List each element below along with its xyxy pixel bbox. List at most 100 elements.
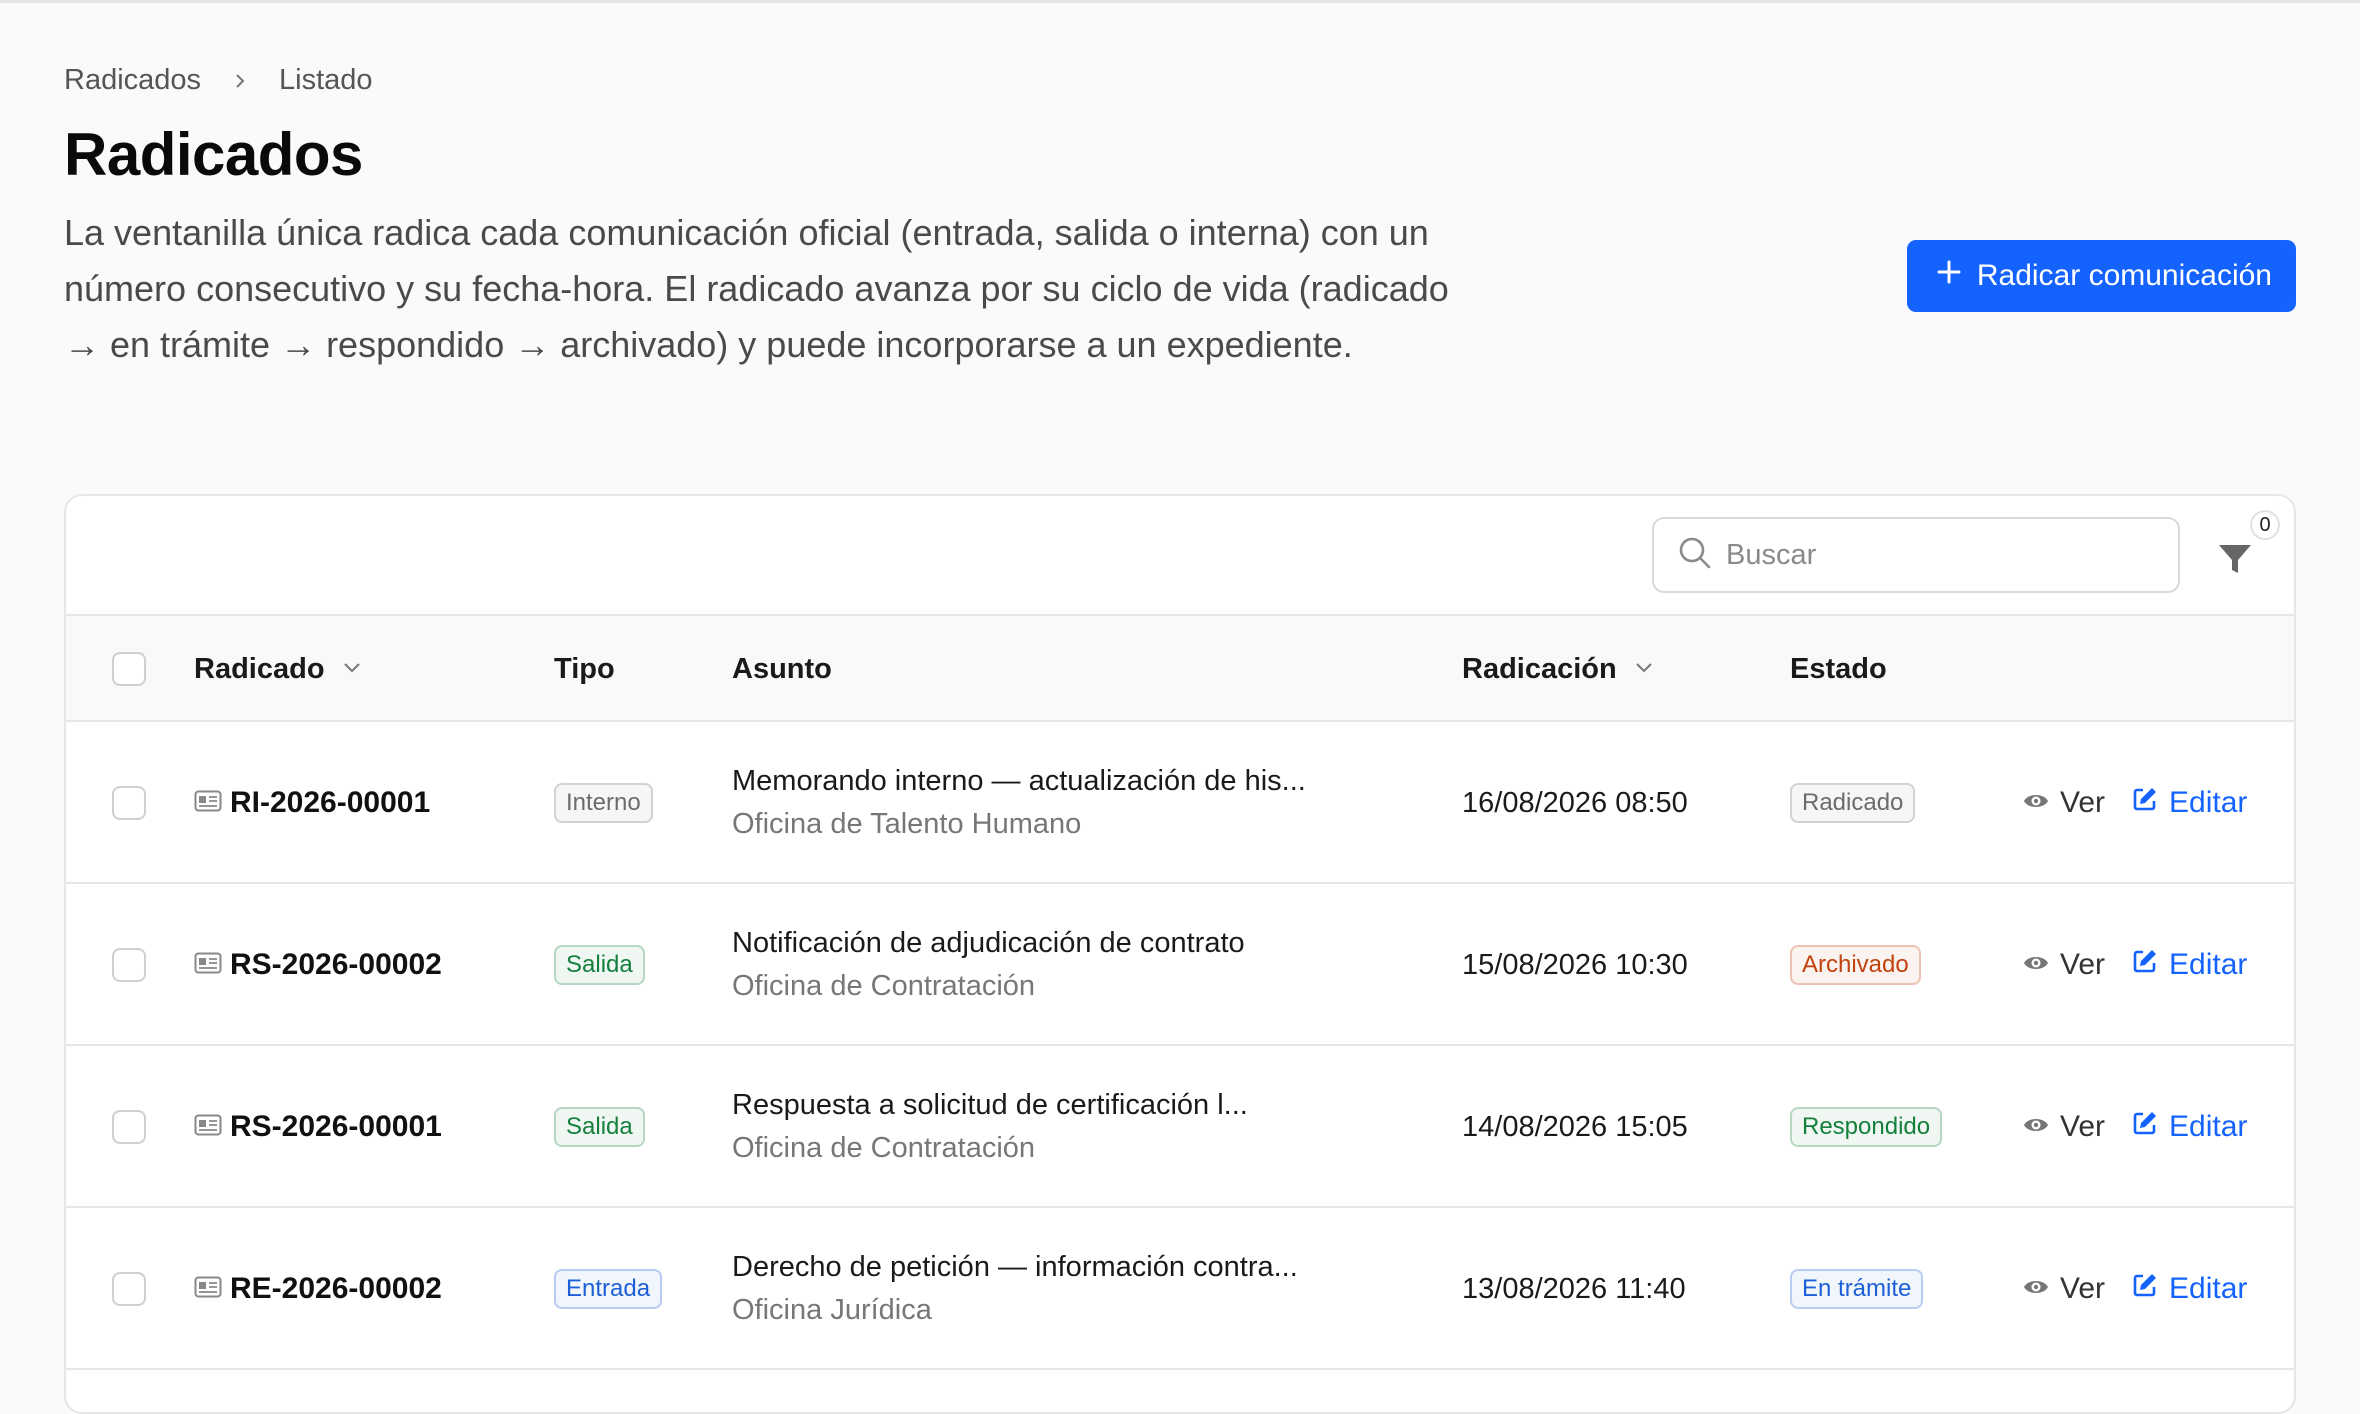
radicado-id-cell: RI-2026-00001	[194, 722, 430, 884]
tipo-cell: Interno	[554, 722, 653, 884]
oficina-text: Oficina de Talento Humano	[732, 808, 1082, 840]
table-body: RI-2026-00001 Interno Memorando interno …	[66, 722, 2294, 1370]
column-radicacion-sort[interactable]: Radicación	[1462, 616, 1655, 722]
create-radicado-button[interactable]: Radicar comunicación	[1906, 240, 2296, 312]
row-select-cell	[112, 722, 146, 884]
create-radicado-label: Radicar comunicación	[1976, 259, 2272, 292]
radicado-id[interactable]: RE-2026-00002	[230, 1272, 442, 1306]
chevron-down-icon	[341, 653, 363, 686]
table-row[interactable]: RS-2026-00001 Salida Respuesta a solicit…	[66, 1046, 2294, 1208]
view-button[interactable]: Ver	[2022, 1110, 2105, 1144]
id-card-icon	[194, 948, 222, 982]
page-description: La ventanilla única radica cada comunica…	[64, 212, 1449, 365]
row-actions: Ver Editar	[2022, 722, 2247, 884]
asunto-cell: Respuesta a solicitud de certificación l…	[732, 1046, 1248, 1208]
select-all-checkbox[interactable]	[112, 652, 146, 686]
column-asunto: Asunto	[732, 652, 832, 685]
row-select-cell	[112, 884, 146, 1046]
id-card-icon	[194, 1272, 222, 1306]
edit-button[interactable]: Editar	[2131, 1271, 2247, 1307]
breadcrumb-root[interactable]: Radicados	[64, 64, 201, 97]
select-all-cell	[112, 616, 146, 722]
edit-icon	[2131, 1271, 2159, 1307]
view-button[interactable]: Ver	[2022, 1272, 2105, 1306]
eye-icon	[2022, 948, 2050, 982]
edit-label: Editar	[2169, 948, 2248, 981]
tipo-cell: Entrada	[554, 1208, 663, 1370]
radicado-id[interactable]: RS-2026-00001	[230, 1110, 442, 1144]
tipo-badge: Salida	[554, 945, 645, 985]
radicado-id[interactable]: RS-2026-00002	[230, 948, 442, 982]
edit-button[interactable]: Editar	[2131, 785, 2247, 821]
tipo-badge: Entrada	[554, 1269, 663, 1309]
edit-button[interactable]: Editar	[2131, 1109, 2247, 1145]
radicacion-date: 15/08/2026 10:30	[1462, 948, 1688, 981]
table-header: Radicado Tipo Asunto Radicación Estado	[66, 616, 2294, 722]
breadcrumb: Radicados Listado	[64, 64, 373, 97]
radicado-id[interactable]: RI-2026-00001	[230, 786, 430, 820]
view-label: Ver	[2060, 1272, 2106, 1305]
search-input[interactable]	[1726, 538, 2166, 572]
page-title: Radicados	[64, 121, 363, 188]
table-toolbar: 0	[66, 496, 2294, 616]
oficina-text: Oficina Jurídica	[732, 1294, 932, 1326]
column-estado: Estado	[1790, 652, 1887, 685]
row-checkbox[interactable]	[112, 948, 146, 982]
view-label: Ver	[2060, 1110, 2106, 1143]
id-card-icon	[194, 1110, 222, 1144]
filter-count-badge: 0	[2250, 510, 2280, 540]
view-button[interactable]: Ver	[2022, 948, 2105, 982]
table-row[interactable]: RS-2026-00002 Salida Notificación de adj…	[66, 884, 2294, 1046]
radicacion-date: 13/08/2026 11:40	[1462, 1272, 1686, 1305]
breadcrumb-current: Listado	[279, 64, 373, 96]
status-badge: Archivado	[1790, 945, 1921, 985]
radicacion-date: 14/08/2026 15:05	[1462, 1110, 1688, 1143]
row-select-cell	[112, 1208, 146, 1370]
status-badge: Respondido	[1790, 1107, 1943, 1147]
oficina-text: Oficina de Contratación	[732, 1132, 1036, 1164]
chevron-right-icon	[231, 72, 249, 90]
table-row[interactable]: RE-2026-00002 Entrada Derecho de petició…	[66, 1208, 2294, 1370]
edit-label: Editar	[2169, 1272, 2248, 1305]
view-label: Ver	[2060, 786, 2106, 819]
row-checkbox[interactable]	[112, 786, 146, 820]
search-box	[1652, 517, 2180, 593]
eye-icon	[2022, 786, 2050, 820]
table-row[interactable]: RI-2026-00001 Interno Memorando interno …	[66, 722, 2294, 884]
estado-cell: Radicado	[1790, 722, 1916, 884]
radicado-id-cell: RS-2026-00002	[194, 884, 442, 1046]
radicacion-date: 16/08/2026 08:50	[1462, 786, 1688, 819]
column-radicado-sort[interactable]: Radicado	[194, 616, 363, 722]
asunto-cell: Derecho de petición — información contra…	[732, 1208, 1298, 1370]
asunto-text: Notificación de adjudicación de contrato	[732, 927, 1245, 959]
radicado-id-cell: RS-2026-00001	[194, 1046, 442, 1208]
view-button[interactable]: Ver	[2022, 786, 2105, 820]
edit-label: Editar	[2169, 786, 2248, 819]
column-tipo: Tipo	[554, 652, 615, 685]
tipo-badge: Salida	[554, 1107, 645, 1147]
search-icon	[1678, 536, 1712, 575]
radicado-id-cell: RE-2026-00002	[194, 1208, 442, 1370]
row-actions: Ver Editar	[2022, 1208, 2247, 1370]
row-actions: Ver Editar	[2022, 884, 2247, 1046]
eye-icon	[2022, 1272, 2050, 1306]
estado-cell: Respondido	[1790, 1046, 1943, 1208]
filter-button[interactable]	[2210, 536, 2260, 586]
tipo-badge: Interno	[554, 783, 653, 823]
filter-icon	[2216, 540, 2254, 583]
view-label: Ver	[2060, 948, 2106, 981]
radicados-table-card: 0 Radicado Tipo Asunto Radicación Estado	[64, 494, 2296, 1414]
column-radicado: Radicado	[194, 652, 325, 685]
asunto-cell: Notificación de adjudicación de contrato…	[732, 884, 1245, 1046]
status-badge: En trámite	[1790, 1269, 1924, 1309]
edit-button[interactable]: Editar	[2131, 947, 2247, 983]
row-checkbox[interactable]	[112, 1110, 146, 1144]
row-checkbox[interactable]	[112, 1272, 146, 1306]
plus-icon	[1935, 258, 1963, 294]
asunto-text: Memorando interno — actualización de his…	[732, 765, 1306, 797]
edit-icon	[2131, 785, 2159, 821]
edit-icon	[2131, 1109, 2159, 1145]
id-card-icon	[194, 786, 222, 820]
status-badge: Radicado	[1790, 783, 1916, 823]
chevron-down-icon	[1633, 653, 1655, 686]
